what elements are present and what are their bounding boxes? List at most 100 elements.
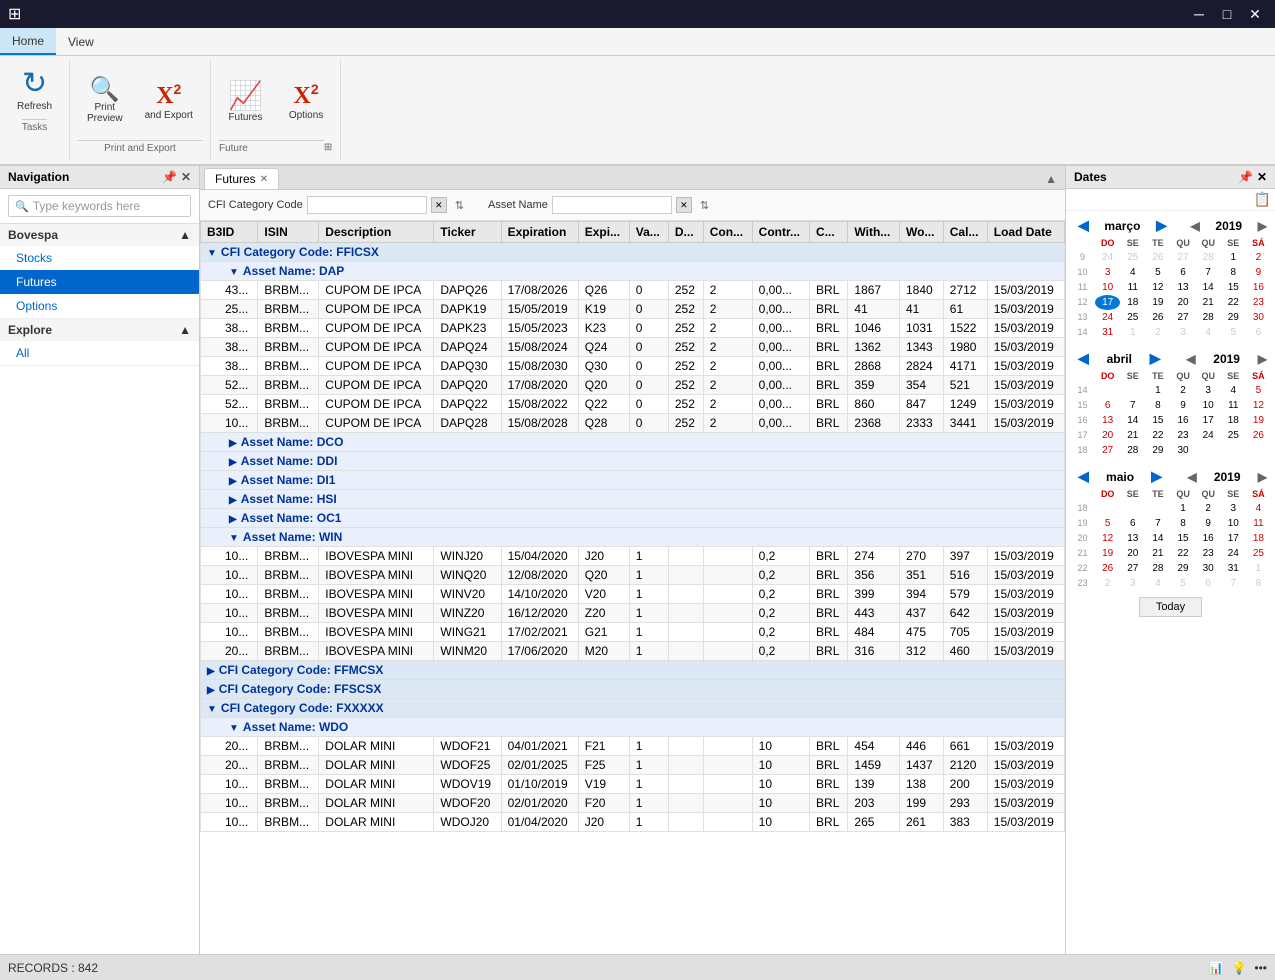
nav-section-explore-header[interactable]: Explore ▲ xyxy=(0,319,199,341)
table-row[interactable]: 20...BRBM...DOLAR MINIWDOF2502/01/2025F2… xyxy=(201,756,1065,775)
col-expiration[interactable]: Expiration xyxy=(501,222,578,243)
col-d[interactable]: D... xyxy=(668,222,703,243)
future-group-expand[interactable]: ⊞ xyxy=(324,142,332,153)
cal-next-april[interactable]: ▶ xyxy=(1146,350,1165,367)
nav-item-stocks[interactable]: Stocks xyxy=(0,246,199,270)
dates-panel: Dates 📌 ✕ 📋 ◀ março ▶ ◀ 2019 ▶ xyxy=(1065,166,1275,954)
cal-next-march[interactable]: ▶ xyxy=(1152,217,1171,234)
table-row[interactable]: 10...BRBM...DOLAR MINIWDOJ2001/04/2020J2… xyxy=(201,813,1065,832)
menu-home[interactable]: Home xyxy=(0,28,56,55)
status-info-icon[interactable]: 💡 xyxy=(1231,961,1246,975)
table-row[interactable]: 38...BRBM...CUPOM DE IPCADAPQ3015/08/203… xyxy=(201,357,1065,376)
cal-may-prev-year[interactable]: ◀ xyxy=(1187,470,1196,484)
col-con[interactable]: Con... xyxy=(703,222,752,243)
options-icon: X2 xyxy=(294,81,319,110)
table-row[interactable]: 38...BRBM...CUPOM DE IPCADAPQ2415/08/202… xyxy=(201,338,1065,357)
table-row[interactable]: 52...BRBM...CUPOM DE IPCADAPQ2017/08/202… xyxy=(201,376,1065,395)
dates-export-icon[interactable]: 📋 xyxy=(1254,191,1271,208)
grid-group-row[interactable]: ▶CFI Category Code: FFSCSX xyxy=(201,680,1065,699)
cfi-filter-input[interactable] xyxy=(307,196,427,214)
col-cal[interactable]: Cal... xyxy=(943,222,987,243)
table-row[interactable]: 10...BRBM...IBOVESPA MINIWINV2014/10/202… xyxy=(201,585,1065,604)
cal-te-header: TE xyxy=(1145,236,1170,250)
grid-subgroup-row[interactable]: ▶Asset Name: OC1 xyxy=(201,509,1065,528)
col-expi[interactable]: Expi... xyxy=(578,222,629,243)
table-row[interactable]: 10...BRBM...IBOVESPA MINIWINQ2012/08/202… xyxy=(201,566,1065,585)
table-row[interactable]: 43...BRBM...CUPOM DE IPCADAPQ2617/08/202… xyxy=(201,281,1065,300)
tab-futures[interactable]: Futures ✕ xyxy=(204,168,279,189)
nav-section-bovespa-header[interactable]: Bovespa ▲ xyxy=(0,224,199,246)
table-row[interactable]: 25...BRBM...CUPOM DE IPCADAPK1915/05/201… xyxy=(201,300,1065,319)
nav-item-all[interactable]: All xyxy=(0,341,199,365)
today-button[interactable]: Today xyxy=(1139,597,1202,617)
cal-prev-may[interactable]: ◀ xyxy=(1074,468,1093,485)
menu-view[interactable]: View xyxy=(56,28,106,55)
tab-futures-close[interactable]: ✕ xyxy=(260,174,268,185)
grid-subgroup-row[interactable]: ▶Asset Name: DDI xyxy=(201,452,1065,471)
cfi-filter-clear[interactable]: ✕ xyxy=(431,197,447,213)
cal-prev-march[interactable]: ◀ xyxy=(1074,217,1093,234)
cal-march-prev-year[interactable]: ◀ xyxy=(1191,219,1200,233)
grid-subgroup-row[interactable]: ▶Asset Name: DI1 xyxy=(201,471,1065,490)
export-button[interactable]: X2 and Export xyxy=(136,64,202,138)
minimize-button[interactable]: ─ xyxy=(1187,4,1211,24)
status-chart-icon[interactable]: 📊 xyxy=(1208,961,1223,975)
nav-close-icon[interactable]: ✕ xyxy=(181,170,191,184)
grid-group-row[interactable]: ▼CFI Category Code: FXXXXX xyxy=(201,699,1065,718)
asset-filter-input[interactable] xyxy=(552,196,672,214)
table-row[interactable]: 10...BRBM...DOLAR MINIWDOV1901/10/2019V1… xyxy=(201,775,1065,794)
nav-item-futures[interactable]: Futures xyxy=(0,270,199,294)
table-row[interactable]: 38...BRBM...CUPOM DE IPCADAPK2315/05/202… xyxy=(201,319,1065,338)
restore-button[interactable]: □ xyxy=(1215,4,1239,24)
search-input-wrapper[interactable]: 🔍 Type keywords here xyxy=(8,195,191,217)
col-description[interactable]: Description xyxy=(319,222,434,243)
asset-filter-clear[interactable]: ✕ xyxy=(676,197,692,213)
col-isin[interactable]: ISIN xyxy=(258,222,319,243)
cal-prev-april[interactable]: ◀ xyxy=(1074,350,1093,367)
dates-close-icon[interactable]: ✕ xyxy=(1257,170,1267,184)
col-ticker[interactable]: Ticker xyxy=(434,222,501,243)
content-collapse-btn[interactable]: ▲ xyxy=(1041,172,1061,186)
print-preview-button[interactable]: 🔍 PrintPreview xyxy=(78,64,132,138)
col-b3id[interactable]: B3ID xyxy=(201,222,258,243)
table-row[interactable]: 20...BRBM...IBOVESPA MINIWINM2017/06/202… xyxy=(201,642,1065,661)
cal-march-next-year[interactable]: ▶ xyxy=(1258,219,1267,233)
cal-march-header: ◀ março ▶ ◀ 2019 ▶ xyxy=(1070,215,1271,236)
data-grid[interactable]: B3ID ISIN Description Ticker Expiration … xyxy=(200,221,1065,954)
col-with[interactable]: With... xyxy=(848,222,900,243)
futures-ribbon-button[interactable]: 📈 Futures xyxy=(219,64,272,138)
col-wo[interactable]: Wo... xyxy=(900,222,944,243)
table-row[interactable]: 10...BRBM...CUPOM DE IPCADAPQ2815/08/202… xyxy=(201,414,1065,433)
col-load-date[interactable]: Load Date xyxy=(987,222,1064,243)
refresh-button[interactable]: ↻ Refresh xyxy=(8,64,61,117)
status-more-icon[interactable]: ••• xyxy=(1254,961,1267,975)
table-row[interactable]: 10...BRBM...IBOVESPA MINIWINJ2015/04/202… xyxy=(201,547,1065,566)
table-row[interactable]: 10...BRBM...IBOVESPA MINIWINZ2016/12/202… xyxy=(201,604,1065,623)
filter-sort-icon: ⇅ xyxy=(455,199,464,212)
refresh-label: Refresh xyxy=(17,101,52,112)
cal-may-next-year[interactable]: ▶ xyxy=(1258,470,1267,484)
options-ribbon-button[interactable]: X2 Options xyxy=(280,64,332,138)
col-va[interactable]: Va... xyxy=(629,222,668,243)
table-row[interactable]: 10...BRBM...DOLAR MINIWDOF2002/01/2020F2… xyxy=(201,794,1065,813)
grid-subgroup-row[interactable]: ▶Asset Name: HSI xyxy=(201,490,1065,509)
nav-item-options[interactable]: Options xyxy=(0,294,199,318)
cal-april-next-year[interactable]: ▶ xyxy=(1258,352,1267,366)
close-button[interactable]: ✕ xyxy=(1243,4,1267,24)
grid-group-row[interactable]: ▼CFI Category Code: FFICSX xyxy=(201,243,1065,262)
grid-subgroup-row[interactable]: ▼Asset Name: DAP xyxy=(201,262,1065,281)
table-row[interactable]: 20...BRBM...DOLAR MINIWDOF2104/01/2021F2… xyxy=(201,737,1065,756)
col-contr[interactable]: Contr... xyxy=(752,222,809,243)
dates-pin-icon[interactable]: 📌 xyxy=(1238,170,1253,184)
col-c[interactable]: C... xyxy=(810,222,848,243)
grid-subgroup-row[interactable]: ▼Asset Name: WDO xyxy=(201,718,1065,737)
nav-pin-icon[interactable]: 📌 xyxy=(162,170,177,184)
cal-april-prev-year[interactable]: ◀ xyxy=(1186,352,1195,366)
cal-next-may[interactable]: ▶ xyxy=(1147,468,1166,485)
today-cell[interactable]: 17 xyxy=(1095,295,1120,310)
table-row[interactable]: 52...BRBM...CUPOM DE IPCADAPQ2215/08/202… xyxy=(201,395,1065,414)
grid-group-row[interactable]: ▶CFI Category Code: FFMCSX xyxy=(201,661,1065,680)
table-row[interactable]: 10...BRBM...IBOVESPA MINIWING2117/02/202… xyxy=(201,623,1065,642)
grid-subgroup-row[interactable]: ▶Asset Name: DCO xyxy=(201,433,1065,452)
grid-subgroup-row[interactable]: ▼Asset Name: WIN xyxy=(201,528,1065,547)
